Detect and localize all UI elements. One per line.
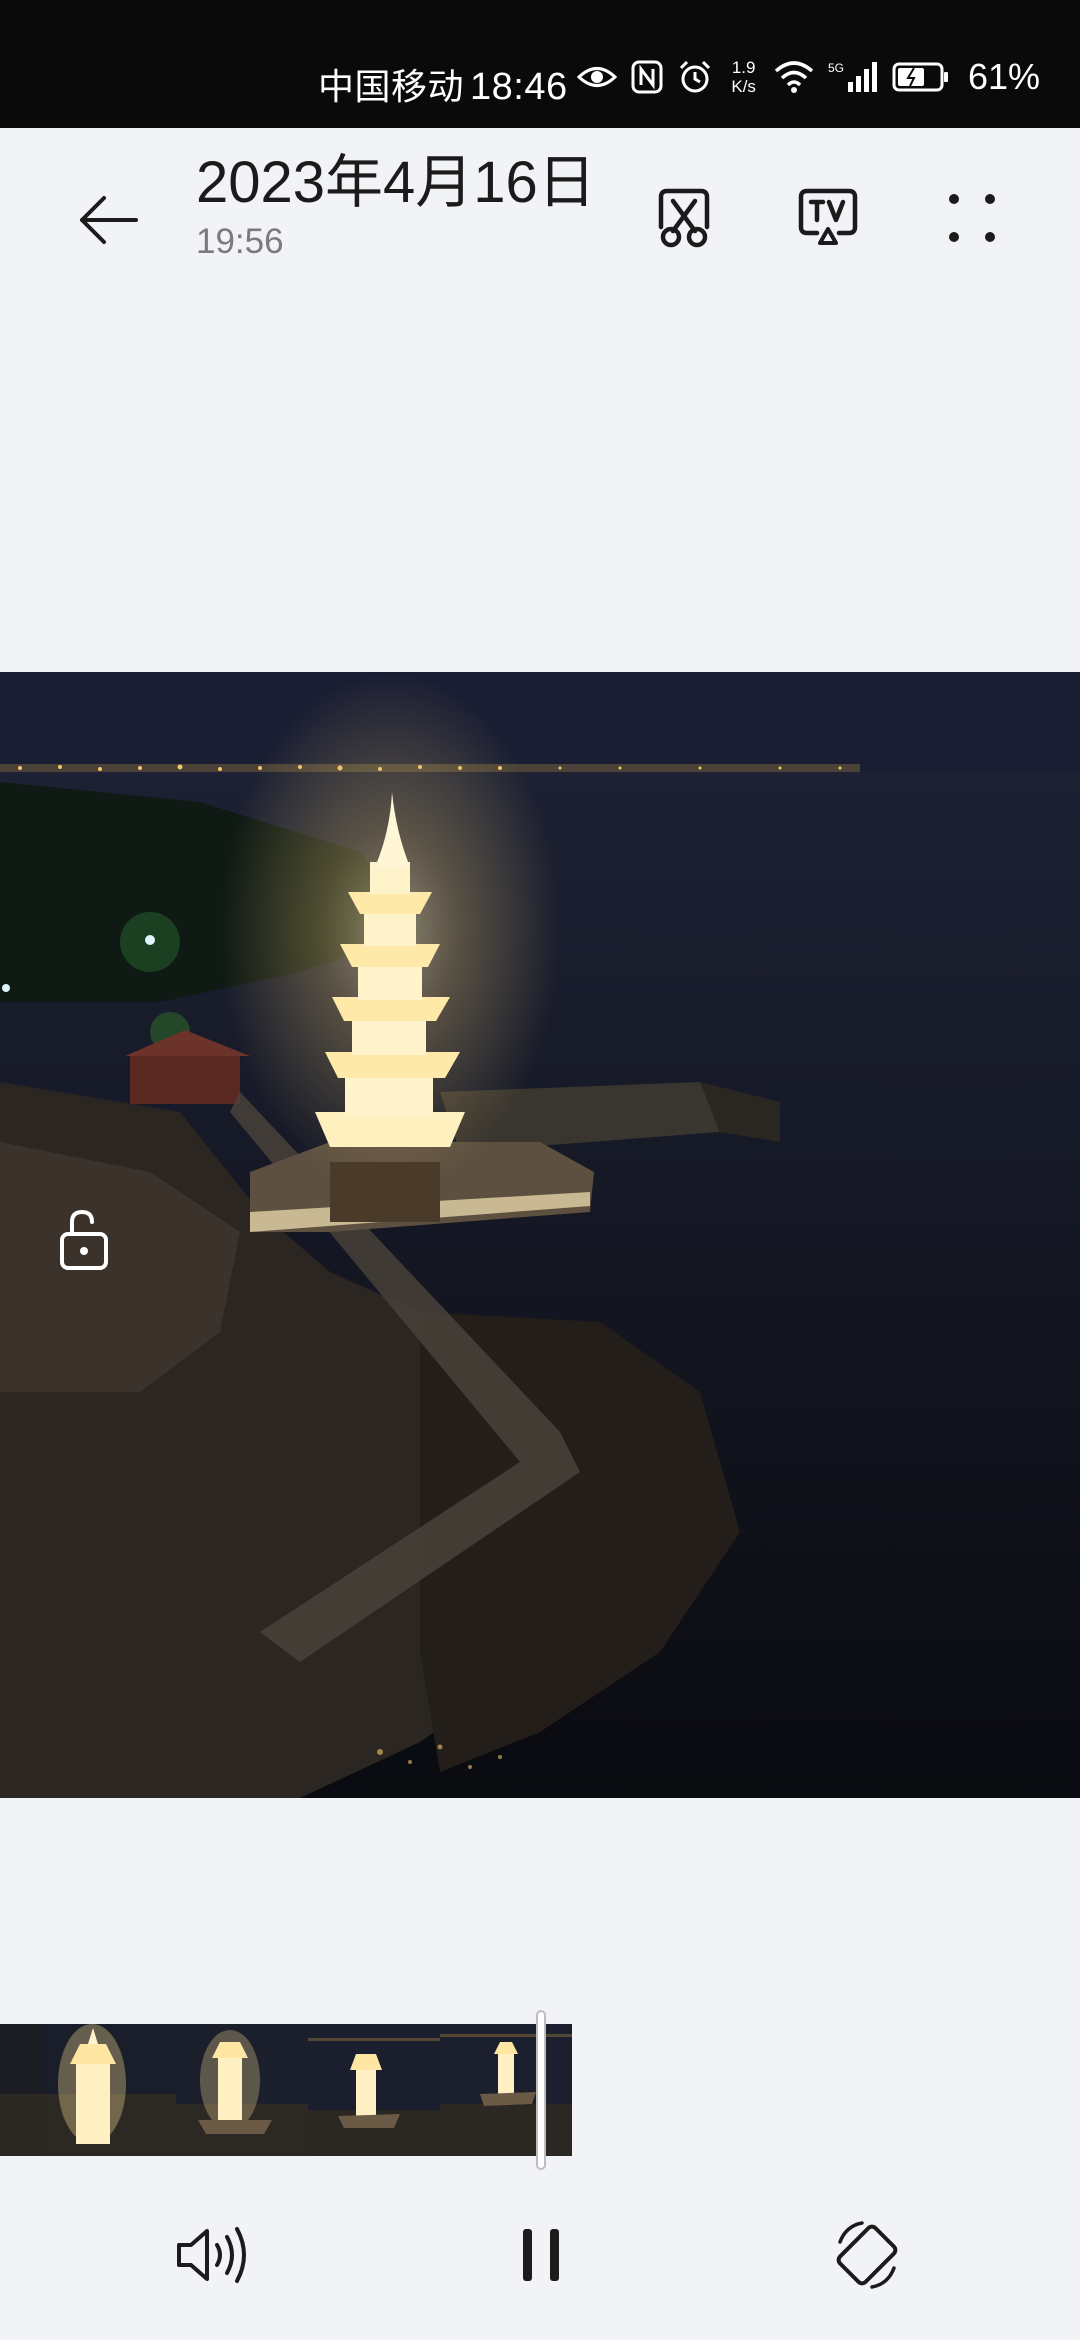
back-arrow-icon [80,196,138,244]
timeline-thumbnail [0,2024,44,2156]
eye-icon [577,67,618,87]
volume-button[interactable] [166,2210,256,2300]
status-icons: 1.9 K/s 5G 61% [577,52,1040,102]
top-app-bar: 2023年4月16日 19:56 [0,128,1080,298]
scissors-icon [658,188,710,248]
network-speed: 1.9 K/s [731,58,756,96]
more-options-button[interactable] [930,176,1014,260]
nfc-icon [631,60,663,94]
rotate-screen-icon [836,2221,898,2289]
timeline-thumbnail [44,2024,176,2156]
tv-cast-icon [798,188,858,245]
timeline-thumbnail [308,2024,440,2156]
lock-open-icon [60,1209,108,1270]
cast-button[interactable] [786,176,870,260]
timeline-playhead[interactable] [536,2010,546,2170]
pause-icon [523,2229,559,2281]
alarm-icon [680,60,711,93]
video-scene-image [0,672,1080,1798]
page-subtitle: 19:56 [196,222,284,261]
pause-button[interactable] [496,2210,586,2300]
clock: 18:46 [470,66,568,108]
back-button[interactable] [66,178,150,262]
page-title: 2023年4月16日 [196,150,596,215]
network-speed-unit: K/s [731,77,756,96]
status-bar: 中国移动 18:46 1.9 K/s 5G 61% [0,0,1080,128]
video-timeline[interactable] [0,2024,572,2156]
video-player-screen: 中国移动 18:46 1.9 K/s 5G 61% 2023年4月16日 19:… [0,0,1080,2340]
volume-icon [177,2227,246,2283]
rotate-screen-button[interactable] [822,2210,912,2300]
wifi-icon [774,61,814,93]
video-frame[interactable] [0,672,1080,1798]
timeline-thumbnail [176,2024,308,2156]
carrier-label: 中国移动 [318,66,465,107]
edit-button[interactable] [642,176,726,260]
more-dots-icon [949,194,995,242]
network-type-label: 5G [828,61,844,75]
status-carrier-time: 中国移动 18:46 [318,58,568,110]
timeline-thumbnail [440,2024,572,2156]
screen-lock-button[interactable] [48,1200,120,1280]
network-speed-value: 1.9 [731,58,756,77]
battery-icon [892,62,948,92]
title-group: 2023年4月16日 19:56 [196,148,596,262]
battery-percent: 61% [967,56,1040,97]
signal-icon: 5G [828,61,877,92]
